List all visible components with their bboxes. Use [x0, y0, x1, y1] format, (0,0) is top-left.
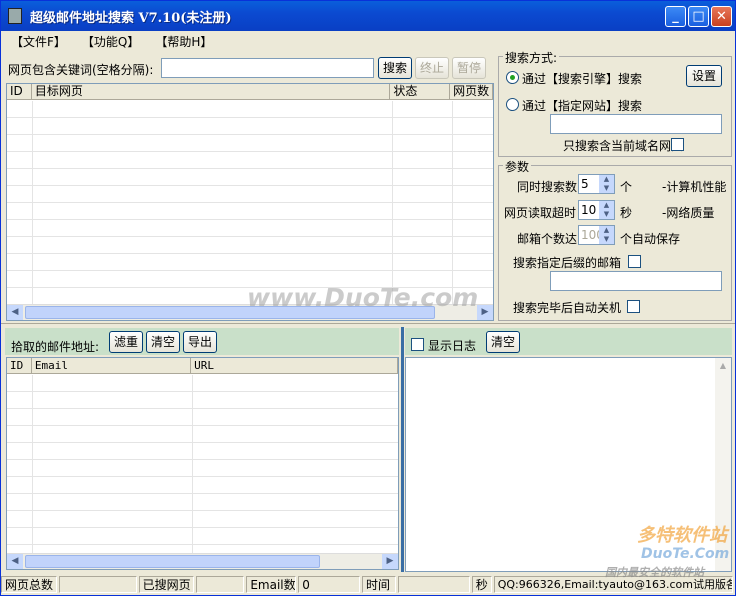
app-icon	[8, 8, 22, 24]
searched-pages-value	[196, 576, 245, 593]
stop-button[interactable]: 终止	[415, 57, 449, 79]
settings-button[interactable]: 设置	[686, 65, 722, 87]
menu-bar: 【文件F】 【功能Q】 【帮助H】	[1, 31, 735, 51]
col-target-page[interactable]: 目标网页	[32, 84, 391, 99]
autosave-unit: 个自动保存	[620, 232, 681, 246]
menu-file[interactable]: 【文件F】	[11, 33, 66, 50]
scroll-right-icon[interactable]: ▶	[382, 554, 398, 569]
email-count-label: Email数	[246, 576, 297, 593]
total-pages-label: 网页总数	[1, 576, 57, 593]
searched-pages-label: 已搜网页	[138, 576, 195, 593]
timeout-hint: -网络质量	[662, 206, 715, 220]
minimize-button[interactable]: _	[665, 6, 686, 27]
col-id[interactable]: ID	[7, 358, 32, 373]
site-radio-label: 通过【指定网站】搜索	[522, 99, 643, 113]
timeout-spinner[interactable]: 10 ▲ ▼	[578, 200, 615, 220]
menu-function[interactable]: 【功能Q】	[82, 33, 139, 50]
concurrent-value: 5	[581, 177, 589, 191]
table-header: ID Email URL	[7, 358, 398, 374]
watermark-corner-3: 国内最安全的软件站	[605, 566, 704, 579]
export-button[interactable]: 导出	[183, 331, 217, 353]
only-domain-checkbox[interactable]	[671, 138, 684, 151]
col-email[interactable]: Email	[32, 358, 192, 373]
table-header: ID 目标网页 状态 网页数	[7, 84, 493, 100]
clear-log-button[interactable]: 清空	[486, 331, 520, 353]
search-button[interactable]: 搜索	[378, 57, 412, 79]
timeout-label: 网页读取超时	[504, 206, 577, 220]
splitter[interactable]	[1, 323, 735, 327]
clear-emails-button[interactable]: 清空	[146, 331, 180, 353]
col-page-count[interactable]: 网页数	[450, 84, 493, 99]
shutdown-checkbox[interactable]	[627, 300, 640, 313]
scroll-left-icon[interactable]: ◀	[7, 554, 23, 569]
engine-radio-label: 通过【搜索引擎】搜索	[522, 72, 643, 86]
table-rows	[7, 101, 493, 304]
menu-help[interactable]: 【帮助H】	[155, 33, 212, 50]
scroll-thumb[interactable]	[25, 555, 320, 568]
table-rows	[7, 375, 398, 553]
col-id[interactable]: ID	[7, 84, 32, 99]
scroll-right-icon[interactable]: ▶	[477, 305, 493, 320]
col-status[interactable]: 状态	[390, 84, 451, 99]
concurrent-hint: -计算机性能	[662, 180, 727, 194]
keyword-label: 网页包含关键词(空格分隔):	[8, 63, 154, 77]
autosave-label: 邮箱个数达	[517, 232, 578, 246]
only-domain-label: 只搜索含当前域名网页	[563, 139, 684, 153]
window-title: 超级邮件地址搜索 V7.10(未注册)	[30, 10, 232, 26]
app-window: 超级邮件地址搜索 V7.10(未注册) _ □ ✕ 【文件F】 【功能Q】 【帮…	[0, 0, 736, 596]
emails-label: 拾取的邮件地址:	[11, 340, 100, 354]
site-radio[interactable]	[506, 98, 519, 111]
emails-table[interactable]: ID Email URL ◀ ▶	[6, 357, 399, 570]
suffix-input[interactable]	[550, 271, 722, 291]
spin-arrows-icon[interactable]: ▲ ▼	[599, 226, 614, 244]
suffix-checkbox[interactable]	[628, 255, 641, 268]
show-log-label: 显示日志	[428, 339, 477, 353]
keyword-input[interactable]	[161, 58, 374, 78]
suffix-label: 搜索指定后缀的邮箱	[513, 256, 622, 270]
scroll-up-icon[interactable]: ▲	[715, 358, 731, 374]
filter-duplicates-button[interactable]: 滤重	[109, 331, 143, 353]
site-select[interactable]	[550, 114, 722, 134]
engine-radio[interactable]	[506, 71, 519, 84]
time-label: 时间	[362, 576, 396, 593]
watermark-corner-2: DuoTe.Com	[641, 546, 730, 562]
seconds-unit: 秒	[471, 576, 492, 593]
show-log-checkbox[interactable]	[411, 338, 424, 351]
vertical-splitter[interactable]	[401, 327, 404, 572]
pause-button[interactable]: 暂停	[452, 57, 486, 79]
watermark-corner-1: 多特软件站	[637, 525, 727, 546]
total-pages-value	[58, 576, 137, 593]
title-bar: 超级邮件地址搜索 V7.10(未注册) _ □ ✕	[1, 1, 735, 31]
close-button[interactable]: ✕	[711, 6, 732, 27]
concurrent-label: 同时搜索数	[517, 180, 578, 194]
params-title: 参数	[503, 158, 532, 175]
watermark-main: www.DuoTe.com	[247, 283, 479, 312]
time-value	[397, 576, 470, 593]
shutdown-label: 搜索完毕后自动关机	[513, 301, 622, 315]
concurrent-spinner[interactable]: 5 ▲ ▼	[578, 174, 615, 194]
col-url[interactable]: URL	[191, 358, 398, 373]
horizontal-scrollbar[interactable]: ◀ ▶	[7, 553, 398, 569]
timeout-value: 10	[581, 203, 597, 217]
autosave-spinner[interactable]: 100 ▲ ▼	[578, 225, 615, 245]
email-count-value: 0	[298, 576, 361, 593]
timeout-unit: 秒	[620, 206, 633, 220]
maximize-button[interactable]: □	[688, 6, 709, 27]
spin-arrows-icon[interactable]: ▲ ▼	[599, 175, 614, 193]
spin-arrows-icon[interactable]: ▲ ▼	[599, 201, 614, 219]
concurrent-unit: 个	[620, 180, 633, 194]
search-mode-title: 搜索方式:	[503, 49, 560, 66]
scroll-left-icon[interactable]: ◀	[7, 305, 23, 320]
